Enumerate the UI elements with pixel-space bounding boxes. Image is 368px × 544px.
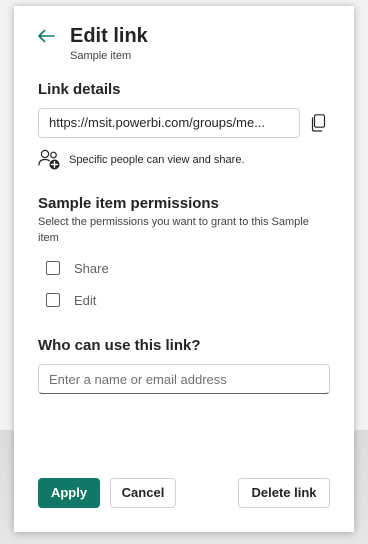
checkbox-box[interactable] <box>46 293 60 307</box>
copy-icon <box>311 114 326 132</box>
link-audience-text: Specific people can view and share. <box>69 154 245 166</box>
who-can-use-heading: Who can use this link? <box>38 337 201 354</box>
permissions-description: Select the permissions you want to grant… <box>38 216 309 244</box>
people-search-input[interactable] <box>38 364 330 394</box>
checkbox-label: Share <box>74 261 109 276</box>
copy-link-button[interactable] <box>310 114 326 132</box>
panel-title: Edit link <box>70 25 148 47</box>
permissions-heading: Sample item permissions <box>38 195 219 212</box>
edit-link-panel: Edit link Sample item Link details https… <box>14 6 354 532</box>
checkbox-box[interactable] <box>46 261 60 275</box>
delete-link-button[interactable]: Delete link <box>238 478 330 508</box>
panel-subtitle: Sample item <box>70 50 132 62</box>
cancel-button[interactable]: Cancel <box>110 478 176 508</box>
link-details-heading: Link details <box>38 81 121 98</box>
panel-header: Edit link Sample item <box>36 24 336 64</box>
link-url-field[interactable]: https://msit.powerbi.com/groups/me... <box>38 108 300 138</box>
checkbox-label: Edit <box>74 293 97 308</box>
share-permission-checkbox[interactable]: Share <box>46 260 166 278</box>
edit-permission-checkbox[interactable]: Edit <box>46 292 166 310</box>
apply-button[interactable]: Apply <box>38 478 100 508</box>
back-button[interactable] <box>36 26 56 46</box>
arrow-left-icon <box>38 29 55 43</box>
people-add-icon <box>38 149 62 171</box>
